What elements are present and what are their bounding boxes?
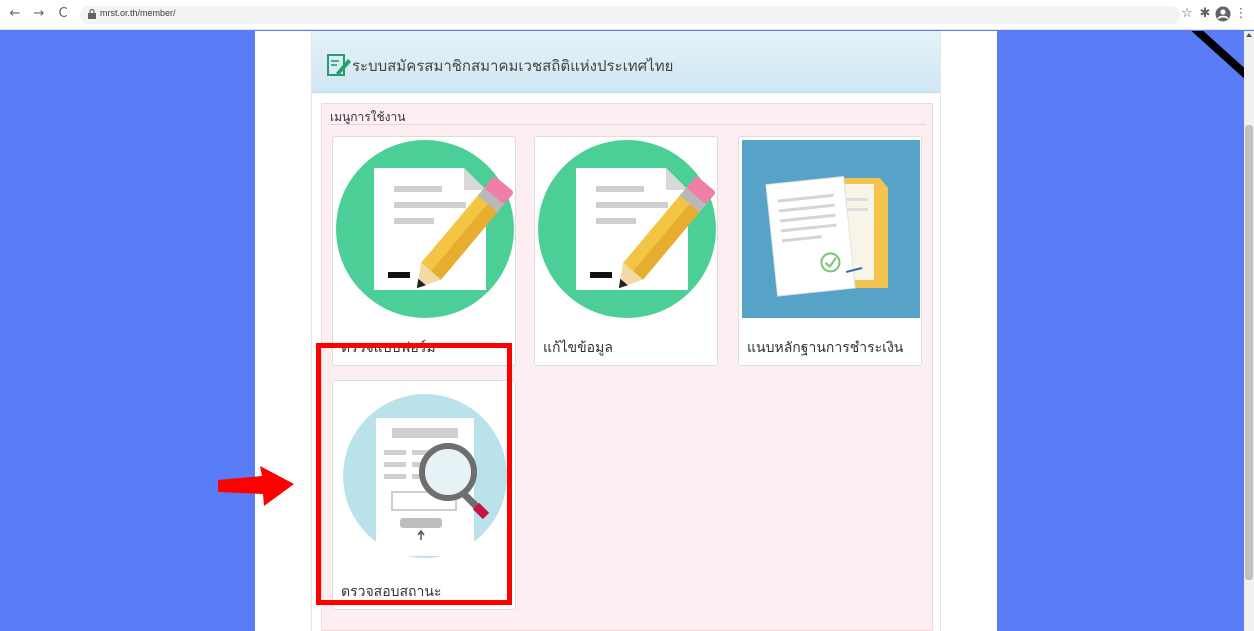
page-header: ระบบสมัครสมาชิกสมาคมเวชสถิติแห่งประเทศไท… (312, 31, 940, 93)
document-pencil-icon (336, 140, 514, 318)
forward-button[interactable]: → (30, 5, 48, 23)
address-bar[interactable]: mrst.or.th/member/ (80, 6, 1180, 24)
mourning-ribbon (1147, 31, 1244, 112)
url-text: mrst.or.th/member/ (100, 8, 176, 18)
extensions-icon[interactable]: ✱ (1196, 5, 1214, 23)
page-background-left (0, 31, 255, 631)
lock-icon (88, 9, 96, 19)
menu-card-edit-data[interactable]: แก้ไขข้อมูล (534, 136, 718, 366)
menu-divider (328, 124, 926, 125)
document-pencil-icon (538, 140, 716, 318)
scroll-up-arrow-icon[interactable] (1246, 33, 1252, 37)
page-background-right (997, 31, 1244, 631)
highlight-box (316, 343, 512, 605)
menu-card-attach-payment[interactable]: แนบหลักฐานการชำระเงิน (738, 136, 922, 366)
menu-card-label: แก้ไขข้อมูล (543, 340, 613, 356)
page-title: ระบบสมัครสมาชิกสมาคมเวชสถิติแห่งประเทศไท… (352, 57, 674, 75)
star-icon[interactable]: ☆ (1178, 5, 1196, 23)
profile-icon[interactable] (1215, 6, 1231, 22)
payment-document-icon (742, 140, 920, 318)
more-icon[interactable]: ⋮ (1234, 5, 1248, 23)
edit-form-icon (327, 54, 351, 76)
back-button[interactable]: ← (6, 5, 24, 23)
browser-toolbar: ← → C mrst.or.th/member/ ☆ ✱ ⋮ (0, 0, 1254, 30)
reload-button[interactable]: C (54, 5, 72, 23)
menu-card-label: แนบหลักฐานการชำระเงิน (747, 340, 904, 356)
menu-card-check-form[interactable]: ตรวจแบบฟอร์ม (332, 136, 516, 366)
scrollbar-thumb[interactable] (1245, 125, 1253, 580)
red-arrow-icon (218, 466, 294, 506)
